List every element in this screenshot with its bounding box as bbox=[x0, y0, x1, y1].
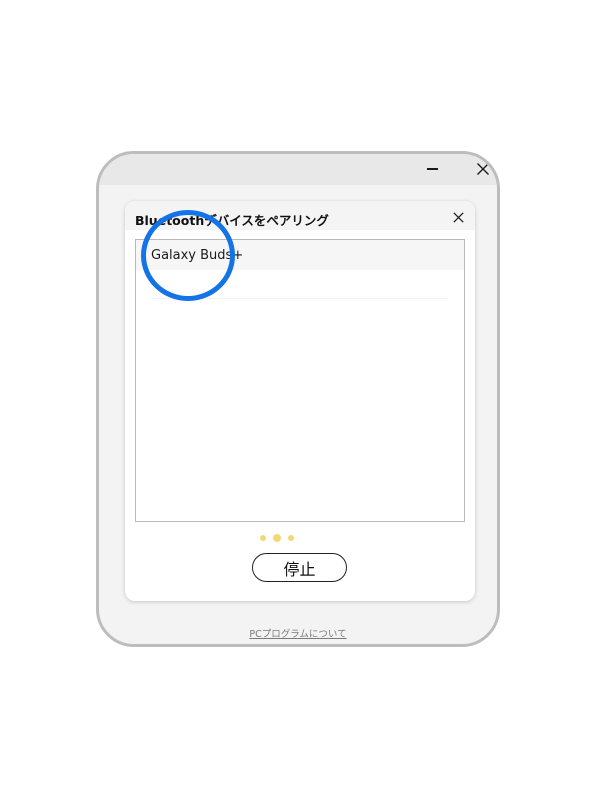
dialog-close-button[interactable] bbox=[450, 209, 466, 225]
loading-indicator bbox=[260, 534, 300, 542]
list-item[interactable]: Galaxy Buds+ bbox=[136, 240, 464, 270]
dialog-title: Bluetoothデバイスをペアリング bbox=[135, 213, 329, 228]
window-title-bar[interactable] bbox=[99, 154, 497, 185]
pairing-dialog: Bluetoothデバイスをペアリング Galaxy Buds+ 停止 bbox=[125, 201, 475, 601]
stop-button[interactable]: 停止 bbox=[252, 553, 347, 582]
dialog-title-bar: Bluetoothデバイスをペアリング bbox=[125, 201, 475, 230]
minimize-icon bbox=[426, 168, 438, 170]
close-icon bbox=[452, 211, 464, 223]
close-window-button[interactable] bbox=[468, 157, 497, 181]
device-name: Galaxy Buds+ bbox=[151, 248, 244, 263]
loading-dot bbox=[260, 535, 266, 541]
list-divider bbox=[152, 298, 448, 299]
loading-dot bbox=[273, 534, 281, 542]
pc-program-link[interactable]: PCプログラムについて bbox=[99, 626, 497, 640]
close-icon bbox=[477, 163, 489, 175]
app-window: Bluetoothデバイスをペアリング Galaxy Buds+ 停止 PCプロ… bbox=[96, 151, 500, 647]
device-list[interactable]: Galaxy Buds+ bbox=[135, 239, 465, 522]
minimize-button[interactable] bbox=[417, 157, 447, 181]
loading-dot bbox=[288, 535, 294, 541]
